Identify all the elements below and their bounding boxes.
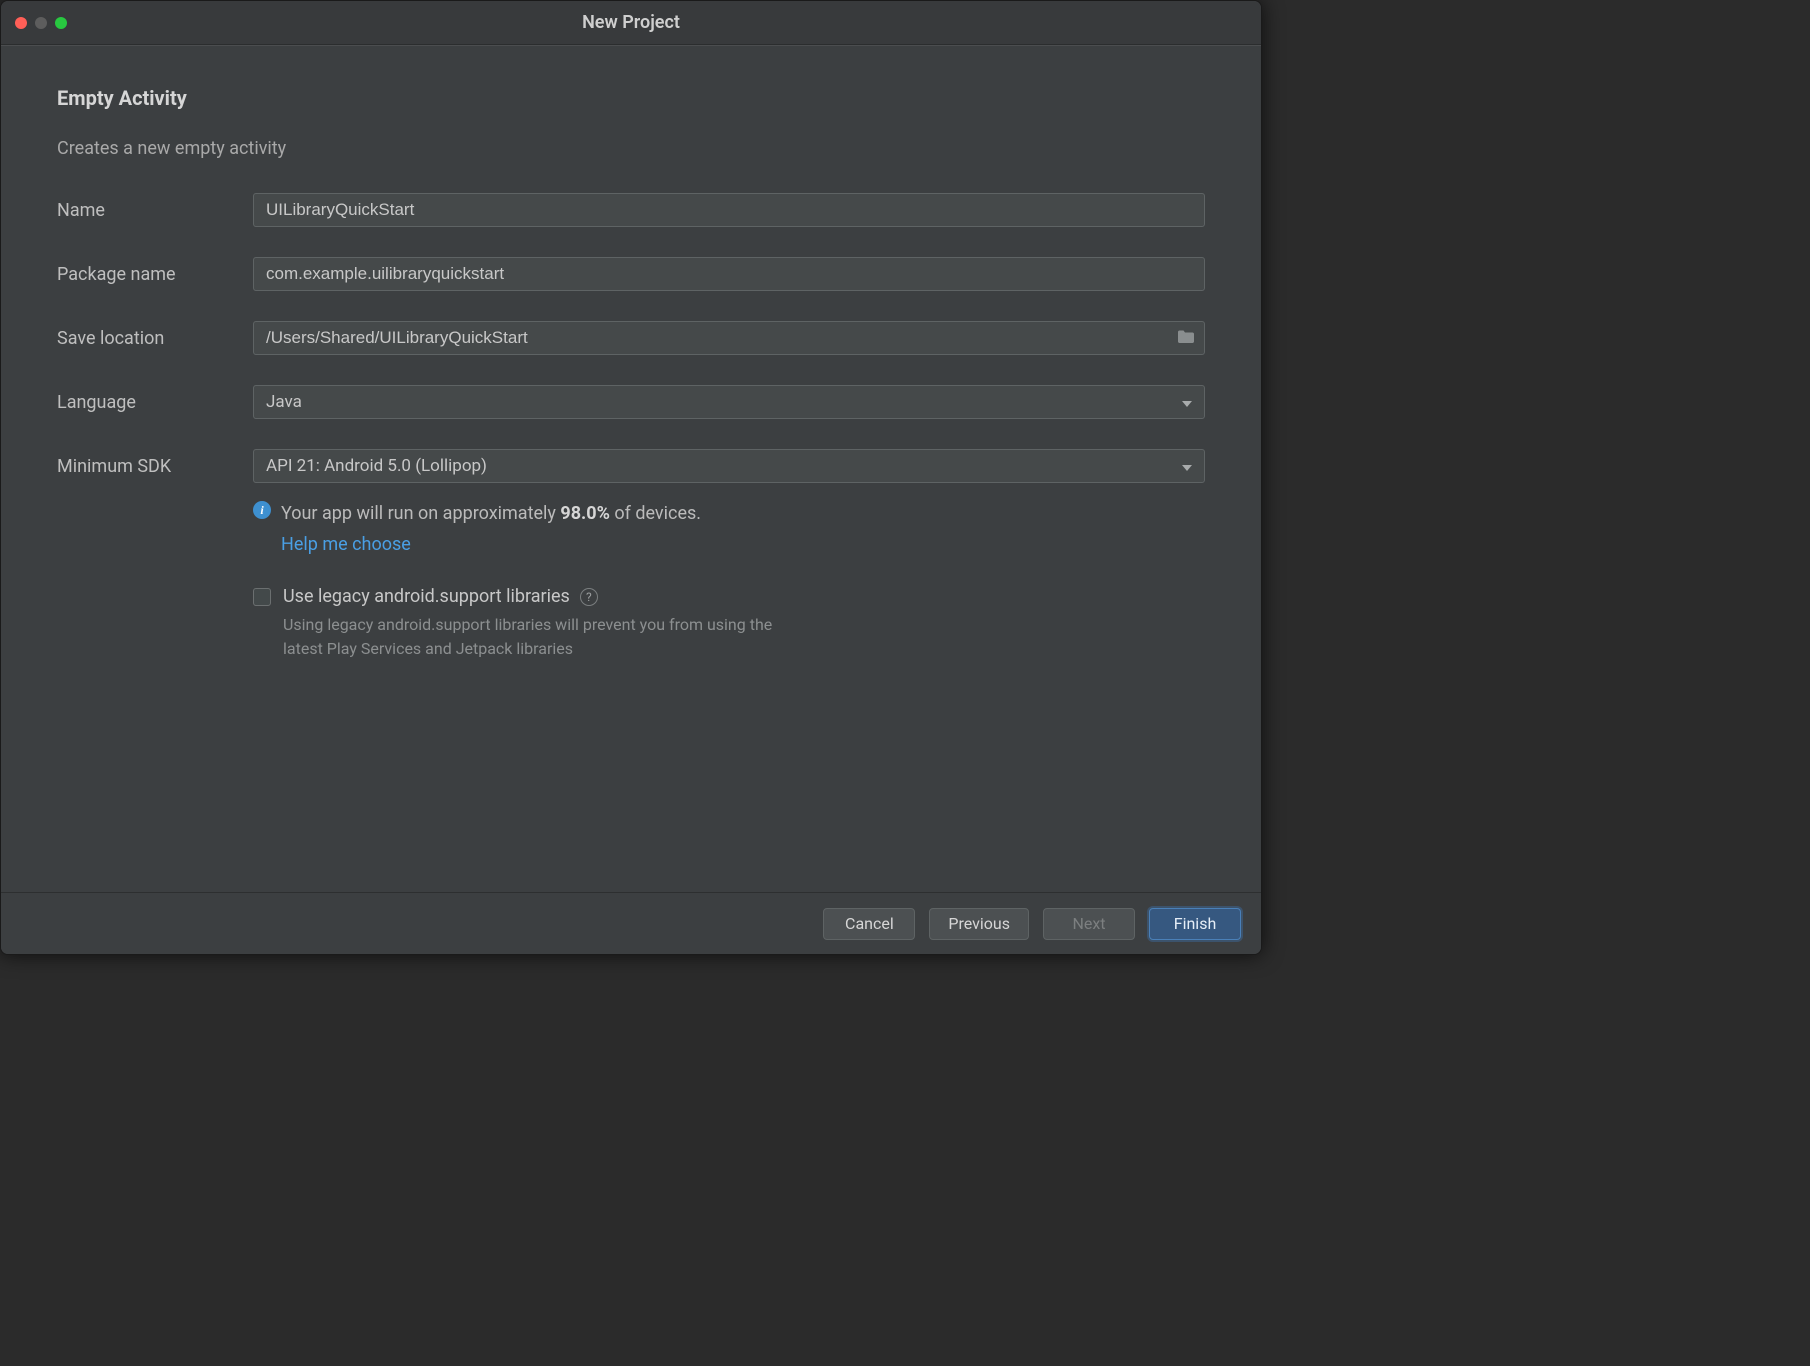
finish-button[interactable]: Finish xyxy=(1149,908,1241,940)
row-package: Package name xyxy=(57,257,1205,291)
language-label: Language xyxy=(57,392,253,413)
row-location: Save location xyxy=(57,321,1205,355)
previous-button[interactable]: Previous xyxy=(929,908,1029,940)
chevron-down-icon xyxy=(1182,392,1192,412)
info-percent: 98.0% xyxy=(560,503,610,524)
help-icon[interactable]: ? xyxy=(580,588,598,606)
location-input-wrap xyxy=(253,321,1205,355)
language-select[interactable]: Java xyxy=(253,385,1205,419)
legacy-text: Use legacy android.support libraries ? U… xyxy=(283,586,803,661)
folder-icon[interactable] xyxy=(1177,328,1195,349)
package-input[interactable] xyxy=(253,257,1205,291)
name-label: Name xyxy=(57,200,253,221)
footer: Cancel Previous Next Finish xyxy=(1,892,1261,954)
page-heading: Empty Activity xyxy=(57,86,1205,110)
language-value: Java xyxy=(266,392,302,412)
sdk-value: API 21: Android 5.0 (Lollipop) xyxy=(266,456,487,476)
legacy-checkbox[interactable] xyxy=(253,588,271,606)
minimize-icon[interactable] xyxy=(35,17,47,29)
info-prefix: Your app will run on approximately xyxy=(281,503,560,524)
help-me-choose-link[interactable]: Help me choose xyxy=(281,534,411,555)
sdk-select[interactable]: API 21: Android 5.0 (Lollipop) xyxy=(253,449,1205,483)
titlebar: New Project xyxy=(1,1,1261,45)
window-title: New Project xyxy=(1,12,1261,33)
name-input[interactable] xyxy=(253,193,1205,227)
window-controls xyxy=(15,17,67,29)
close-icon[interactable] xyxy=(15,17,27,29)
location-label: Save location xyxy=(57,328,253,349)
legacy-block: Use legacy android.support libraries ? U… xyxy=(253,586,1205,661)
content-area: Empty Activity Creates a new empty activ… xyxy=(1,45,1261,892)
package-label: Package name xyxy=(57,264,253,285)
sdk-info: i Your app will run on approximately 98.… xyxy=(253,499,1205,560)
legacy-label: Use legacy android.support libraries xyxy=(283,586,570,607)
row-sdk: Minimum SDK API 21: Android 5.0 (Lollipo… xyxy=(57,449,1205,483)
row-language: Language Java xyxy=(57,385,1205,419)
cancel-button[interactable]: Cancel xyxy=(823,908,915,940)
sdk-info-text: Your app will run on approximately 98.0%… xyxy=(281,499,701,560)
new-project-window: New Project Empty Activity Creates a new… xyxy=(0,0,1262,955)
row-name: Name xyxy=(57,193,1205,227)
page-subheading: Creates a new empty activity xyxy=(57,138,1205,159)
location-input[interactable] xyxy=(253,321,1205,355)
maximize-icon[interactable] xyxy=(55,17,67,29)
info-suffix: of devices. xyxy=(610,503,701,524)
sdk-label: Minimum SDK xyxy=(57,456,253,477)
legacy-hint: Using legacy android.support libraries w… xyxy=(283,613,803,661)
chevron-down-icon xyxy=(1182,456,1192,476)
next-button: Next xyxy=(1043,908,1135,940)
info-icon: i xyxy=(253,501,271,519)
